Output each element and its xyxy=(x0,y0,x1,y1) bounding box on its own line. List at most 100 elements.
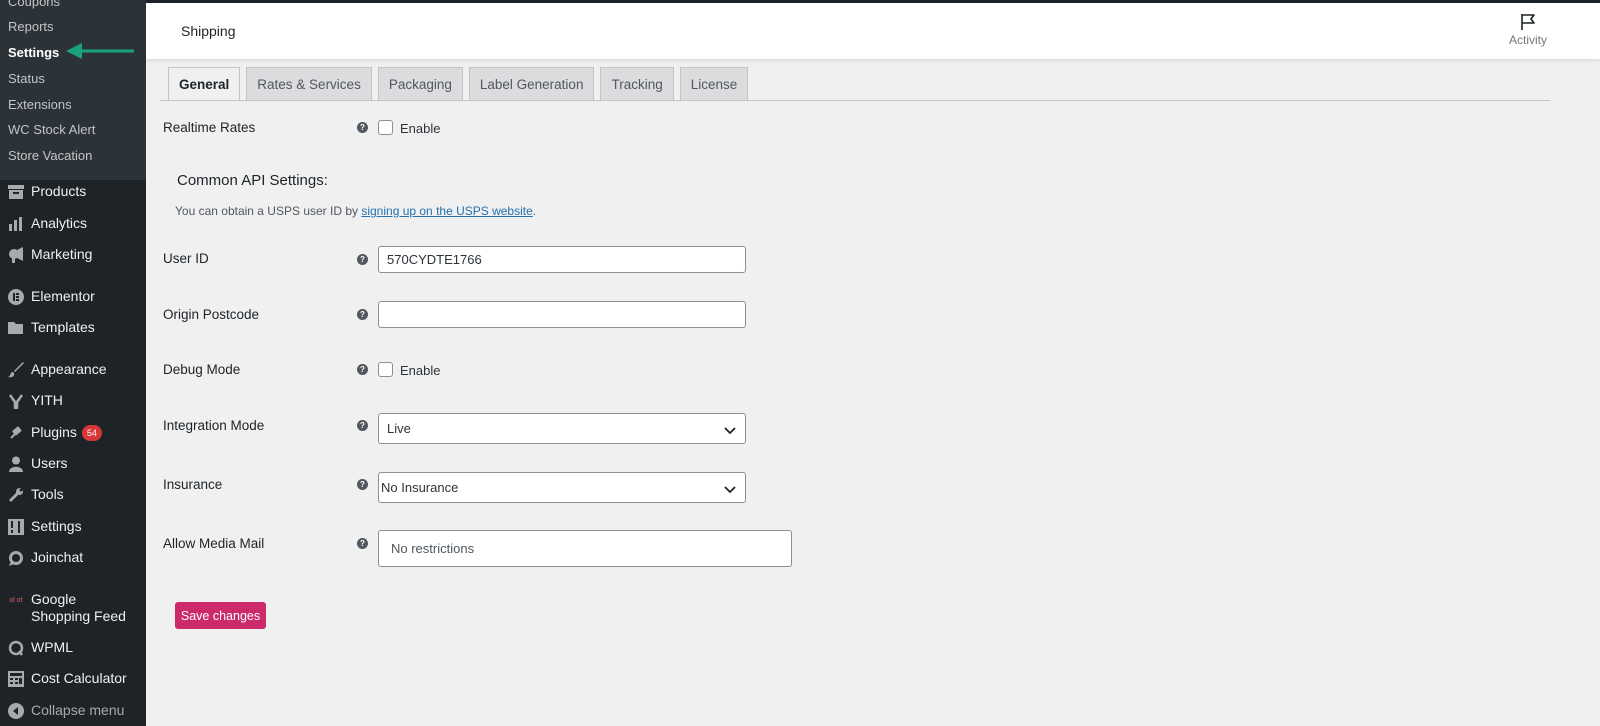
menu-item-cost-calculator[interactable]: Cost Calculator xyxy=(0,670,146,688)
menu-item-yith[interactable]: YITH xyxy=(0,392,146,410)
collapse-icon xyxy=(5,702,27,720)
user-icon xyxy=(5,455,27,473)
help-icon[interactable]: ? xyxy=(357,309,368,320)
menu-item-label: Joinchat xyxy=(31,549,84,565)
tab-packaging[interactable]: Packaging xyxy=(377,67,463,101)
insurance-select[interactable]: No Insurance xyxy=(378,472,746,503)
origin-postcode-label: Origin Postcode xyxy=(163,307,260,322)
menu-item-templates[interactable]: Templates xyxy=(0,319,146,337)
menu-item-joinchat[interactable]: Joinchat xyxy=(0,549,146,567)
menu-item-google-shopping-feed[interactable]: ol ot Google Shopping Feed xyxy=(0,591,146,625)
help-icon[interactable]: ? xyxy=(357,479,368,490)
tab-tracking[interactable]: Tracking xyxy=(600,67,674,101)
description-suffix: . xyxy=(532,204,537,218)
debug-mode-checkbox[interactable] xyxy=(378,362,393,377)
menu-item-marketing[interactable]: Marketing xyxy=(0,246,146,264)
menu-item-label: Appearance xyxy=(31,361,107,377)
menu-item-appearance[interactable]: Appearance xyxy=(0,361,146,379)
menu-item-analytics[interactable]: Analytics xyxy=(0,215,146,233)
chevron-down-icon xyxy=(724,427,736,435)
save-changes-button[interactable]: Save changes xyxy=(175,602,266,629)
yith-icon xyxy=(5,392,27,410)
submenu-item-extensions[interactable]: Extensions xyxy=(8,97,72,112)
settings-tabs: General Rates & Services Packaging Label… xyxy=(168,67,754,101)
submenu-item-reports[interactable]: Reports xyxy=(8,19,54,34)
insurance-value: No Insurance xyxy=(381,480,459,495)
realtime-rates-enable-label: Enable xyxy=(400,121,441,136)
allow-media-mail-placeholder: No restrictions xyxy=(391,541,475,556)
menu-item-label: Marketing xyxy=(31,246,93,262)
megaphone-icon xyxy=(5,246,27,264)
archive-icon xyxy=(5,183,27,201)
google-shopping-icon: ol ot xyxy=(9,596,23,604)
menu-item-label: Users xyxy=(31,455,68,471)
allow-media-mail-multiselect[interactable]: No restrictions xyxy=(378,530,792,567)
menu-item-label: YITH xyxy=(31,392,63,408)
page-header: Shipping Activity xyxy=(146,3,1600,59)
submenu-item-settings[interactable]: Settings xyxy=(8,45,59,60)
menu-item-label: Plugins 54 xyxy=(31,424,102,441)
menu-item-label: Elementor xyxy=(31,288,95,304)
whatsapp-icon xyxy=(5,549,27,567)
flag-icon xyxy=(1521,14,1535,30)
realtime-rates-checkbox[interactable] xyxy=(378,120,393,135)
menu-item-label: Settings xyxy=(31,518,82,534)
menu-item-products[interactable]: Products xyxy=(0,183,146,201)
common-api-settings-heading: Common API Settings: xyxy=(177,172,328,189)
submenu-item-wc-stock-alert[interactable]: WC Stock Alert xyxy=(8,122,95,137)
debug-mode-label: Debug Mode xyxy=(163,362,241,377)
menu-item-label: Cost Calculator xyxy=(31,670,127,686)
annotation-arrow-icon xyxy=(66,43,134,59)
admin-sidebar: Coupons Reports Settings Status Extensio… xyxy=(0,0,146,726)
realtime-rates-label: Realtime Rates xyxy=(163,120,256,135)
help-icon[interactable]: ? xyxy=(357,254,368,265)
integration-mode-label: Integration Mode xyxy=(163,418,265,433)
submenu-item-coupons[interactable]: Coupons xyxy=(8,0,60,9)
origin-postcode-input[interactable] xyxy=(378,301,746,328)
menu-item-label: Products xyxy=(31,183,87,199)
menu-item-elementor[interactable]: Elementor xyxy=(0,288,146,306)
help-icon[interactable]: ? xyxy=(357,420,368,431)
debug-mode-enable-label: Enable xyxy=(400,363,441,378)
menu-item-users[interactable]: Users xyxy=(0,455,146,473)
tab-label-generation[interactable]: Label Generation xyxy=(468,67,595,101)
menu-item-settings[interactable]: Settings xyxy=(0,518,146,536)
submenu-item-status[interactable]: Status xyxy=(8,71,45,86)
settings-icon xyxy=(5,518,27,536)
tab-license[interactable]: License xyxy=(679,67,749,101)
menu-item-tools[interactable]: Tools xyxy=(0,486,146,504)
usps-signup-link[interactable]: signing up on the USPS website xyxy=(361,204,532,218)
tabs-divider xyxy=(160,100,1550,101)
help-icon[interactable]: ? xyxy=(357,122,368,133)
plugins-label: Plugins xyxy=(31,424,77,440)
usps-description: You can obtain a USPS user ID by signing… xyxy=(175,204,536,218)
menu-item-label: Templates xyxy=(31,319,95,335)
integration-mode-select[interactable]: Live xyxy=(378,413,746,444)
paintbrush-icon xyxy=(5,361,27,379)
menu-item-label: WPML xyxy=(31,639,73,655)
help-icon[interactable]: ? xyxy=(357,538,368,549)
folder-icon xyxy=(5,319,27,337)
integration-mode-value: Live xyxy=(387,421,411,436)
user-id-label: User ID xyxy=(163,251,209,266)
menu-item-collapse-menu[interactable]: Collapse menu xyxy=(0,702,146,720)
chevron-down-icon xyxy=(724,486,736,494)
plugins-update-badge: 54 xyxy=(81,425,102,441)
plug-icon xyxy=(5,424,27,442)
menu-item-label: Analytics xyxy=(31,215,88,231)
description-text: You can obtain a USPS user ID by xyxy=(175,204,362,218)
bar-chart-icon xyxy=(5,215,27,233)
menu-item-plugins[interactable]: Plugins 54 xyxy=(0,424,146,442)
tab-rates-services[interactable]: Rates & Services xyxy=(246,67,372,101)
help-icon[interactable]: ? xyxy=(357,364,368,375)
tab-general[interactable]: General xyxy=(168,67,241,101)
menu-item-wpml[interactable]: WPML xyxy=(0,639,146,657)
menu-item-label: Google Shopping Feed xyxy=(31,591,126,624)
user-id-input[interactable] xyxy=(378,246,746,273)
allow-media-mail-label: Allow Media Mail xyxy=(163,536,265,551)
page-title: Shipping xyxy=(181,23,236,39)
activity-button[interactable]: Activity xyxy=(1504,13,1552,47)
activity-label: Activity xyxy=(1508,33,1547,47)
menu-item-label: Tools xyxy=(31,486,64,502)
submenu-item-store-vacation[interactable]: Store Vacation xyxy=(8,148,92,163)
